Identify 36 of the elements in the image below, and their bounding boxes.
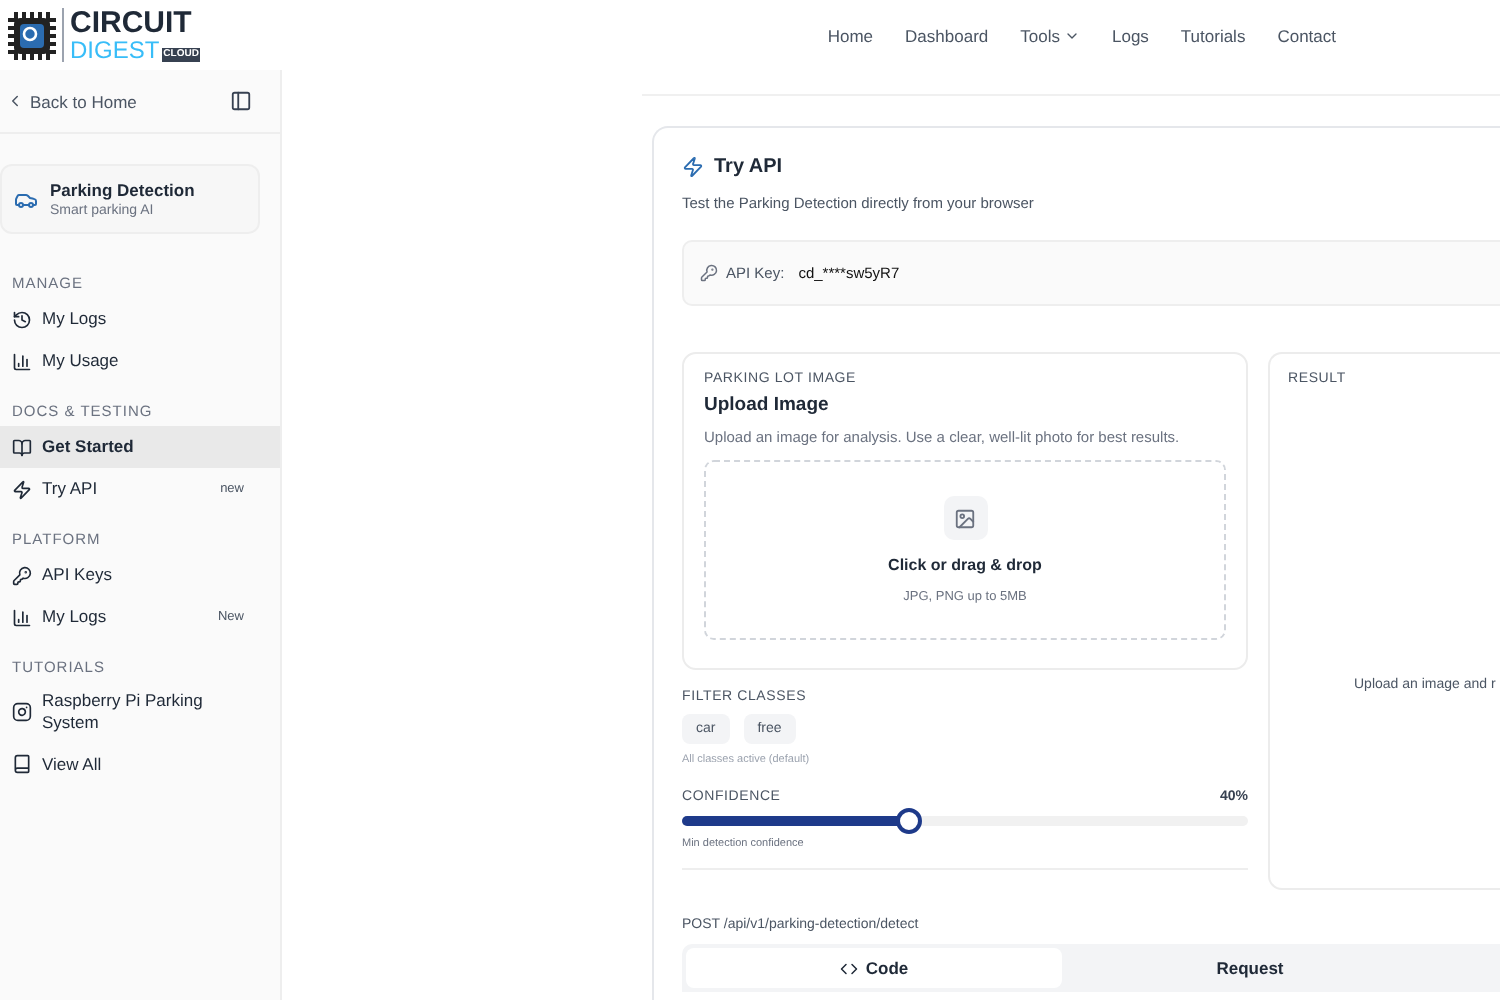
chevron-left-icon bbox=[6, 92, 24, 110]
image-icon bbox=[943, 496, 987, 540]
lightning-icon bbox=[682, 156, 704, 178]
tab[interactable]: Code bbox=[686, 948, 1062, 988]
nav-link[interactable]: Tutorials bbox=[1180, 25, 1246, 45]
chip-logo-icon bbox=[8, 11, 56, 59]
bar-chart-icon bbox=[12, 607, 32, 627]
code-icon bbox=[839, 959, 858, 977]
book-icon bbox=[12, 437, 32, 457]
tab[interactable]: Request bbox=[1062, 948, 1438, 988]
nav-link[interactable]: Tools bbox=[1020, 25, 1080, 45]
project-title: Parking Detection bbox=[50, 180, 195, 200]
lightning-icon bbox=[12, 479, 32, 499]
nav-link[interactable]: Contact bbox=[1277, 25, 1336, 45]
key-icon bbox=[12, 565, 32, 585]
sidebar-toggle-button[interactable] bbox=[230, 90, 252, 112]
back-link[interactable]: Back to Home bbox=[6, 91, 137, 111]
history-icon bbox=[12, 309, 32, 329]
logo-text: DIGEST bbox=[70, 38, 160, 62]
card-title: Try API bbox=[714, 156, 783, 178]
nav-link[interactable]: Dashboard bbox=[905, 25, 989, 45]
bar-chart-icon bbox=[12, 351, 32, 371]
sidebar-item[interactable]: API Keys bbox=[0, 554, 280, 596]
camera-icon bbox=[12, 702, 32, 723]
nav-link[interactable]: Home bbox=[827, 25, 874, 45]
sidebar-item[interactable]: My Usage bbox=[0, 340, 280, 382]
logo-text: CIRCUIT bbox=[70, 8, 194, 38]
sidebar-item[interactable]: View All bbox=[0, 743, 280, 786]
book-icon bbox=[12, 754, 32, 775]
key-icon bbox=[700, 264, 718, 282]
sidebar-item[interactable]: My Logs bbox=[0, 298, 280, 340]
sidebar-item[interactable]: Raspberry Pi Parking System bbox=[0, 682, 280, 744]
sidebar-item[interactable]: Get Started bbox=[0, 426, 280, 468]
slider-thumb[interactable] bbox=[896, 808, 923, 834]
panel-title: Upload Image bbox=[704, 394, 831, 416]
nav-link[interactable]: Logs bbox=[1111, 25, 1149, 45]
